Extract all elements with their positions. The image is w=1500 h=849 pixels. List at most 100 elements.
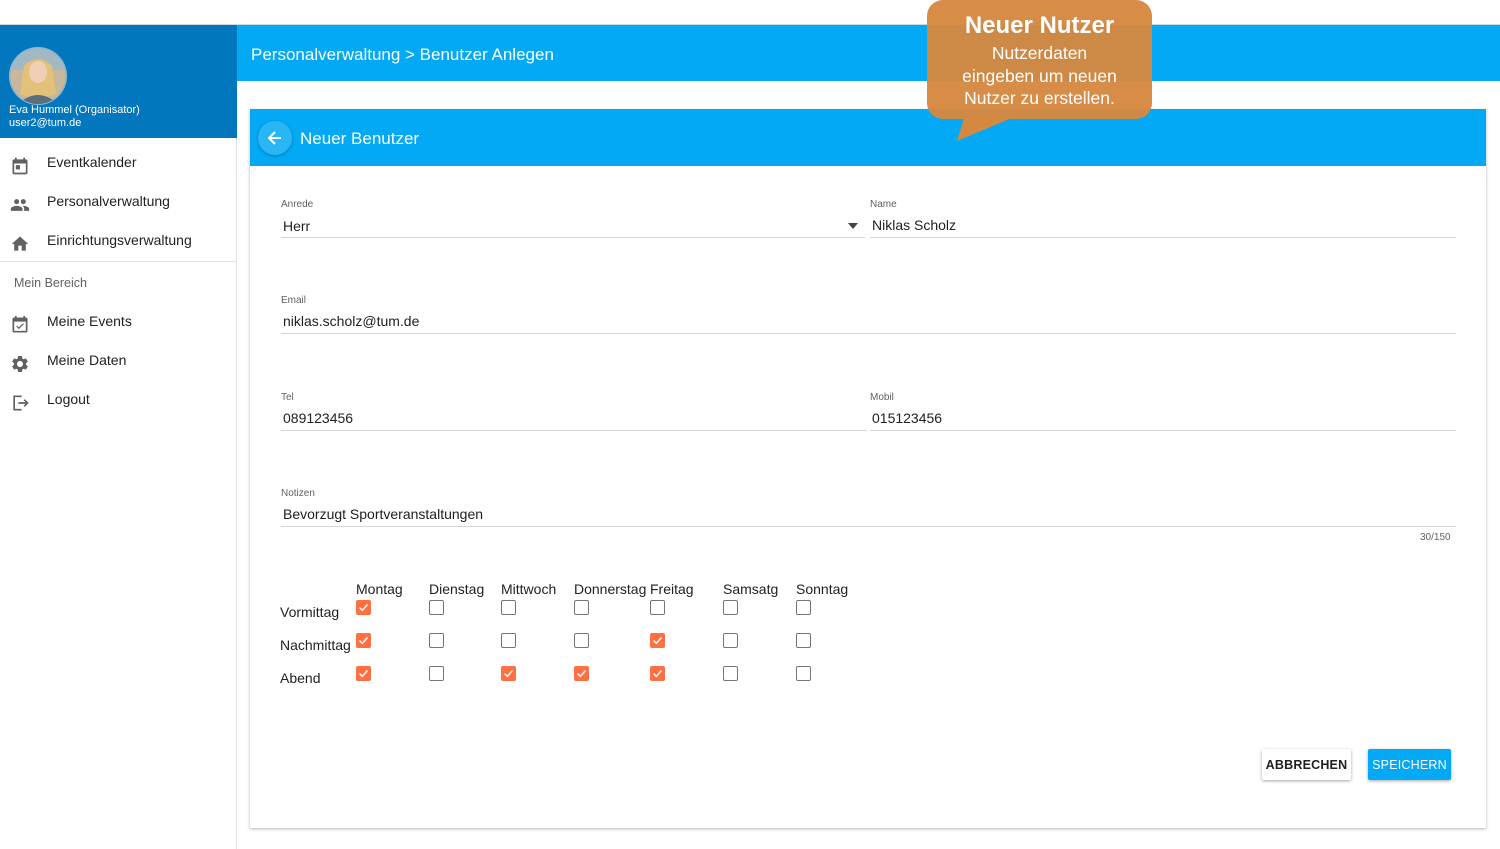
tel-field[interactable]: Tel 089123456 bbox=[281, 392, 867, 431]
sidebar-item-logout[interactable]: Logout bbox=[0, 383, 236, 421]
callout-line: eingeben um neuen bbox=[962, 65, 1117, 86]
checkbox-vormittag-sonntag[interactable] bbox=[796, 600, 811, 615]
checkbox-vormittag-freitag[interactable] bbox=[650, 600, 665, 615]
sidebar-item-personalverwaltung[interactable]: Personalverwaltung bbox=[0, 185, 236, 223]
checkbox-nachmittag-dienstag[interactable] bbox=[429, 633, 444, 648]
sidebar-item-meine-events[interactable]: Meine Events bbox=[0, 305, 236, 343]
check-icon bbox=[359, 637, 369, 645]
section-label-mein-bereich: Mein Bereich bbox=[14, 276, 87, 290]
name-value: Niklas Scholz bbox=[872, 217, 957, 233]
name-field[interactable]: Name Niklas Scholz bbox=[870, 199, 1456, 238]
anrede-underline bbox=[281, 237, 865, 238]
notizen-underline bbox=[281, 526, 1456, 527]
check-icon bbox=[653, 670, 663, 678]
callout-line: Nutzer zu erstellen. bbox=[964, 88, 1115, 108]
checkbox-abend-dienstag[interactable] bbox=[429, 666, 444, 681]
tel-value: 089123456 bbox=[283, 410, 354, 426]
sidebar-item-eventkalender[interactable]: Eventkalender bbox=[0, 146, 236, 184]
name-underline bbox=[870, 237, 1456, 238]
logout-icon bbox=[13, 395, 29, 411]
tel-label: Tel bbox=[281, 392, 294, 403]
day-header-sonntag: Sonntag bbox=[796, 581, 849, 597]
sidebar-item-label: Logout bbox=[47, 391, 90, 407]
day-header-samsatg: Samsatg bbox=[723, 581, 779, 597]
check-icon bbox=[653, 637, 663, 645]
back-button[interactable] bbox=[258, 121, 292, 155]
anrede-select[interactable]: Anrede Herr bbox=[281, 199, 865, 238]
check-icon bbox=[504, 670, 514, 678]
arrow-left-icon bbox=[267, 131, 281, 145]
checkbox-abend-donnerstag[interactable] bbox=[574, 666, 589, 681]
sidebar-item-label: Einrichtungsverwaltung bbox=[47, 232, 192, 248]
card-title: Neuer Benutzer bbox=[300, 129, 420, 148]
name-label: Name bbox=[870, 199, 897, 210]
checkbox-vormittag-samsatg[interactable] bbox=[723, 600, 738, 615]
day-header-montag: Montag bbox=[356, 581, 403, 597]
checkbox-nachmittag-donnerstag[interactable] bbox=[574, 633, 589, 648]
mobil-value: 015123456 bbox=[872, 410, 943, 426]
gear-icon bbox=[12, 356, 28, 372]
email-value: niklas.scholz@tum.de bbox=[283, 313, 420, 329]
notizen-label: Notizen bbox=[281, 488, 315, 499]
sidebar-item-meine-daten[interactable]: Meine Daten bbox=[0, 344, 236, 382]
callout-text: Nutzerdaten eingeben um neuen Nutzer zu … bbox=[927, 42, 1152, 110]
checkbox-nachmittag-samsatg[interactable] bbox=[723, 633, 738, 648]
anrede-label: Anrede bbox=[281, 199, 314, 210]
checkbox-vormittag-donnerstag[interactable] bbox=[574, 600, 589, 615]
calendar-icon bbox=[12, 157, 28, 175]
cancel-button[interactable]: ABBRECHEN bbox=[1262, 749, 1351, 780]
day-header-mittwoch: Mittwoch bbox=[501, 581, 557, 597]
mobil-label: Mobil bbox=[870, 392, 894, 403]
profile-name: Eva Hummel (Organisator) bbox=[9, 104, 140, 116]
sidebar-item-label: Personalverwaltung bbox=[47, 193, 170, 209]
anrede-value: Herr bbox=[283, 218, 311, 234]
home-icon bbox=[11, 236, 29, 251]
mobil-field[interactable]: Mobil 015123456 bbox=[870, 392, 1456, 431]
callout-line: Nutzerdaten bbox=[991, 43, 1088, 63]
checkbox-vormittag-montag[interactable] bbox=[356, 600, 371, 615]
chevron-down-icon bbox=[848, 223, 858, 229]
sidebar: Eva Hummel (Organisator) user2@tum.de Ev… bbox=[0, 25, 237, 849]
sidebar-item-label: Meine Events bbox=[47, 313, 132, 329]
checkbox-nachmittag-mittwoch[interactable] bbox=[501, 633, 516, 648]
mobil-underline bbox=[870, 430, 1456, 431]
checkbox-nachmittag-montag[interactable] bbox=[356, 633, 371, 648]
check-icon bbox=[359, 670, 369, 678]
day-header-dienstag: Dienstag bbox=[429, 581, 485, 597]
checkbox-nachmittag-freitag[interactable] bbox=[650, 633, 665, 648]
row-label-nachmittag: Nachmittag bbox=[280, 637, 351, 653]
tel-underline bbox=[281, 430, 867, 431]
checkbox-abend-sonntag[interactable] bbox=[796, 666, 811, 681]
checkbox-abend-freitag[interactable] bbox=[650, 666, 665, 681]
day-header-donnerstag: Donnerstag bbox=[574, 581, 647, 597]
checkbox-nachmittag-sonntag[interactable] bbox=[796, 633, 811, 648]
day-header-freitag: Freitag bbox=[650, 581, 694, 597]
row-label-vormittag: Vormittag bbox=[280, 604, 340, 620]
save-button[interactable]: SPEICHERN bbox=[1368, 749, 1451, 780]
callout-title: Neuer Nutzer bbox=[964, 12, 1115, 39]
card-header: Neuer Benutzer bbox=[250, 109, 1486, 166]
window-top-strip bbox=[0, 0, 1500, 25]
checkbox-abend-samsatg[interactable] bbox=[723, 666, 738, 681]
checkbox-vormittag-dienstag[interactable] bbox=[429, 600, 444, 615]
breadcrumb: Personalverwaltung > Benutzer Anlegen bbox=[251, 45, 554, 64]
tooltip-callout: Neuer Nutzer Nutzerdaten eingeben um neu… bbox=[927, 0, 1152, 141]
checkbox-vormittag-mittwoch[interactable] bbox=[501, 600, 516, 615]
check-icon bbox=[577, 670, 587, 678]
sidebar-item-einrichtungsverwaltung[interactable]: Einrichtungsverwaltung bbox=[0, 224, 236, 262]
profile-header: Eva Hummel (Organisator) user2@tum.de bbox=[0, 25, 237, 138]
email-label: Email bbox=[281, 295, 307, 306]
app-bar: Personalverwaltung > Benutzer Anlegen bbox=[237, 25, 1500, 81]
avatar bbox=[9, 47, 67, 105]
notizen-value: Bevorzugt Sportveranstaltungen bbox=[283, 506, 484, 522]
profile-email: user2@tum.de bbox=[9, 117, 82, 129]
email-underline bbox=[281, 333, 1456, 334]
checkbox-abend-montag[interactable] bbox=[356, 666, 371, 681]
callout-tail bbox=[957, 115, 1019, 141]
avatar-image bbox=[10, 48, 66, 104]
row-label-abend: Abend bbox=[280, 670, 321, 686]
sidebar-item-label: Eventkalender bbox=[47, 154, 137, 170]
checkbox-abend-mittwoch[interactable] bbox=[501, 666, 516, 681]
email-field[interactable]: Email niklas.scholz@tum.de bbox=[281, 295, 1456, 334]
notizen-field[interactable]: Notizen Bevorzugt Sportveranstaltungen bbox=[281, 488, 1456, 527]
